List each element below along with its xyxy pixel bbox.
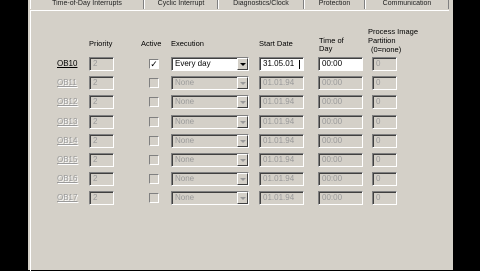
ob-label: OB13	[57, 117, 78, 126]
priority-field[interactable]: 2	[89, 172, 114, 186]
ob-label: OB15	[57, 155, 78, 164]
active-checkbox[interactable]	[149, 117, 159, 127]
pip-header-line3: (0=none)	[371, 45, 402, 54]
execution-dropdown[interactable]: None	[171, 76, 249, 90]
active-checkbox[interactable]: ✓	[149, 59, 159, 69]
start-date-field[interactable]: 01.01.94	[259, 95, 304, 109]
execution-dropdown[interactable]: None	[171, 134, 249, 148]
ob-label: OB12	[57, 97, 78, 106]
priority-field[interactable]: 2	[89, 134, 114, 148]
execution-value: None	[175, 78, 195, 87]
execution-value: None	[175, 136, 195, 145]
priority-field[interactable]: 2	[89, 191, 114, 205]
start-date-value: 01.01.94	[263, 155, 295, 164]
active-checkbox[interactable]	[149, 155, 159, 165]
execution-value: None	[175, 193, 195, 202]
chevron-down-icon[interactable]	[237, 173, 248, 185]
time-of-day-field[interactable]: 00:00	[318, 134, 363, 148]
start-date-field[interactable]: 01.01.94	[259, 115, 304, 129]
start-date-field[interactable]: 01.01.94	[259, 153, 304, 167]
execution-value: Every day	[175, 59, 211, 68]
priority-field[interactable]: 2	[89, 76, 114, 90]
active-header: Active	[141, 39, 162, 48]
time-of-day-field[interactable]: 00:00	[318, 172, 363, 186]
start-date-field[interactable]: 01.01.94	[259, 172, 304, 186]
start-date-value: 01.01.94	[263, 193, 295, 202]
active-checkbox[interactable]	[149, 78, 159, 88]
ob-label: OB16	[57, 174, 78, 183]
execution-dropdown[interactable]: None	[171, 115, 249, 129]
tab-protection[interactable]: Protection	[304, 0, 365, 9]
pip-header-line2: Partition	[368, 36, 396, 45]
partition-field[interactable]: 0	[372, 115, 397, 129]
time-of-day-header-line2: Day	[319, 44, 333, 53]
tab-strip: Time-of-Day Interrupts Cyclic Interrupt …	[28, 0, 453, 9]
partition-field[interactable]: 0	[372, 191, 397, 205]
ob-label: OB10	[57, 59, 78, 68]
partition-field[interactable]: 0	[372, 153, 397, 167]
tab-time-of-day-interrupts[interactable]: Time-of-Day Interrupts	[30, 0, 144, 9]
start-date-value: 01.01.94	[263, 97, 295, 106]
start-date-header: Start Date	[259, 39, 293, 48]
execution-dropdown[interactable]: None	[171, 191, 249, 205]
pip-header-line1: Process Image	[368, 27, 419, 36]
chevron-down-icon[interactable]	[237, 154, 248, 166]
execution-header: Execution	[171, 39, 204, 48]
active-checkbox[interactable]	[149, 193, 159, 203]
properties-dialog: Time-of-Day Interrupts Cyclic Interrupt …	[28, 0, 453, 271]
execution-dropdown[interactable]: None	[171, 172, 249, 186]
time-of-day-panel: Priority Active Execution Start Date Tim…	[30, 10, 449, 271]
ob-label: OB14	[57, 136, 78, 145]
partition-field[interactable]: 0	[372, 134, 397, 148]
priority-field[interactable]: 2	[89, 115, 114, 129]
time-of-day-field[interactable]: 00:00	[318, 95, 363, 109]
partition-field[interactable]: 0	[372, 57, 397, 71]
chevron-down-icon[interactable]	[237, 58, 248, 70]
partition-field[interactable]: 0	[372, 76, 397, 90]
partition-field[interactable]: 0	[372, 172, 397, 186]
tab-diagnostics-clock[interactable]: Diagnostics/Clock	[218, 0, 304, 9]
chevron-down-icon[interactable]	[237, 116, 248, 128]
time-of-day-field[interactable]: 00:00	[318, 191, 363, 205]
tab-cyclic-interrupt[interactable]: Cyclic Interrupt	[144, 0, 218, 9]
start-date-field[interactable]: 31.05.01	[259, 57, 304, 71]
priority-field[interactable]: 2	[89, 57, 114, 71]
chevron-down-icon[interactable]	[237, 192, 248, 204]
start-date-field[interactable]: 01.01.94	[259, 76, 304, 90]
start-date-value: 01.01.94	[263, 78, 295, 87]
active-checkbox[interactable]	[149, 97, 159, 107]
priority-field[interactable]: 2	[89, 153, 114, 167]
execution-value: None	[175, 117, 195, 126]
execution-value: None	[175, 155, 195, 164]
start-date-field[interactable]: 01.01.94	[259, 191, 304, 205]
execution-dropdown[interactable]: None	[171, 95, 249, 109]
start-date-field[interactable]: 01.01.94	[259, 134, 304, 148]
time-of-day-field[interactable]: 00:00	[318, 153, 363, 167]
text-cursor	[299, 60, 300, 69]
execution-dropdown[interactable]: None	[171, 153, 249, 167]
time-of-day-field[interactable]: 00:00	[318, 76, 363, 90]
start-date-value: 01.01.94	[263, 136, 295, 145]
priority-header: Priority	[89, 39, 113, 48]
start-date-value: 01.01.94	[263, 117, 295, 126]
ob-label: OB17	[57, 193, 78, 202]
active-checkbox[interactable]	[149, 136, 159, 146]
execution-dropdown[interactable]: Every day	[171, 57, 249, 71]
start-date-value: 01.01.94	[263, 174, 295, 183]
execution-value: None	[175, 174, 195, 183]
priority-field[interactable]: 2	[89, 95, 114, 109]
execution-value: None	[175, 97, 195, 106]
start-date-value: 31.05.01	[263, 59, 295, 68]
chevron-down-icon[interactable]	[237, 77, 248, 89]
time-of-day-field[interactable]: 00:00	[318, 115, 363, 129]
chevron-down-icon[interactable]	[237, 135, 248, 147]
ob-label: OB11	[57, 78, 77, 87]
active-checkbox[interactable]	[149, 174, 159, 184]
chevron-down-icon[interactable]	[237, 96, 248, 108]
time-of-day-field[interactable]: 00:00	[318, 57, 363, 71]
partition-field[interactable]: 0	[372, 95, 397, 109]
tab-communication[interactable]: Communication	[365, 0, 449, 9]
